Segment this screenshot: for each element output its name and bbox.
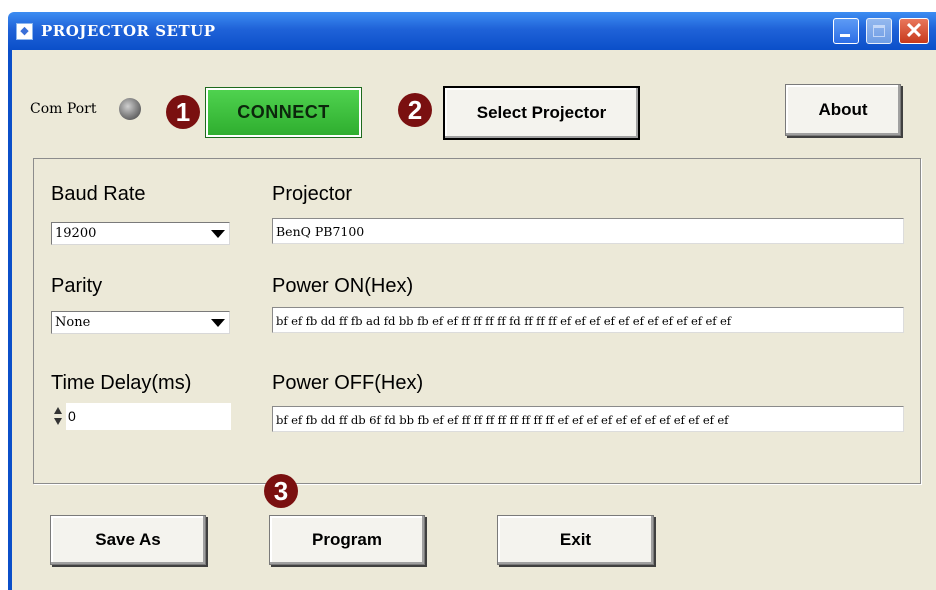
window-title: PROJECTOR SETUP <box>41 22 216 40</box>
close-icon: ✕ <box>904 18 924 43</box>
maximize-button[interactable] <box>866 18 892 44</box>
baud-rate-value: 19200 <box>55 226 97 241</box>
maximize-icon <box>873 25 885 37</box>
projector-field[interactable]: BenQ PB7100 <box>272 218 904 244</box>
dropdown-arrow-icon[interactable] <box>209 314 227 331</box>
power-on-hex-field[interactable]: bf ef fb dd ff fb ad fd bb fb ef ef ff f… <box>272 307 904 333</box>
projector-label: Projector <box>272 183 353 205</box>
power-off-hex-field[interactable]: bf ef fb dd ff db 6f fd bb fb ef ef ff f… <box>272 406 904 432</box>
time-delay-label: Time Delay(ms) <box>51 372 192 394</box>
baud-rate-label: Baud Rate <box>51 183 146 205</box>
program-button[interactable]: Program <box>269 515 425 565</box>
power-on-label: Power ON(Hex) <box>272 275 414 297</box>
parity-select[interactable]: None <box>51 311 230 334</box>
spinner-down-icon[interactable] <box>54 418 62 425</box>
step-3-badge: 3 <box>264 474 298 508</box>
spinner-up-icon[interactable] <box>54 407 62 414</box>
step-2-badge: 2 <box>398 93 432 127</box>
baud-rate-select[interactable]: 19200 <box>51 222 230 245</box>
time-delay-input[interactable]: 0 <box>66 403 231 430</box>
save-as-button[interactable]: Save As <box>50 515 206 565</box>
step-1-badge: 1 <box>166 95 200 129</box>
select-projector-button[interactable]: Select Projector <box>443 86 640 140</box>
minimize-icon <box>840 34 850 37</box>
parity-label: Parity <box>51 275 103 297</box>
power-off-label: Power OFF(Hex) <box>272 372 424 394</box>
connect-button[interactable]: CONNECT <box>206 88 361 137</box>
about-button[interactable]: About <box>785 84 901 136</box>
com-port-status-indicator <box>119 98 141 120</box>
com-port-label: Com Port <box>30 101 97 117</box>
parity-value: None <box>55 315 91 330</box>
projector-setup-window: ◆ PROJECTOR SETUP ✕ Com Port 1 CONNECT 2… <box>0 0 936 590</box>
app-icon: ◆ <box>16 23 33 40</box>
minimize-button[interactable] <box>833 18 859 44</box>
exit-button[interactable]: Exit <box>497 515 654 565</box>
title-bar[interactable]: ◆ PROJECTOR SETUP ✕ <box>8 12 936 50</box>
close-button[interactable]: ✕ <box>899 18 929 44</box>
dropdown-arrow-icon[interactable] <box>209 225 227 242</box>
time-delay-spinner-icon[interactable] <box>52 403 64 429</box>
